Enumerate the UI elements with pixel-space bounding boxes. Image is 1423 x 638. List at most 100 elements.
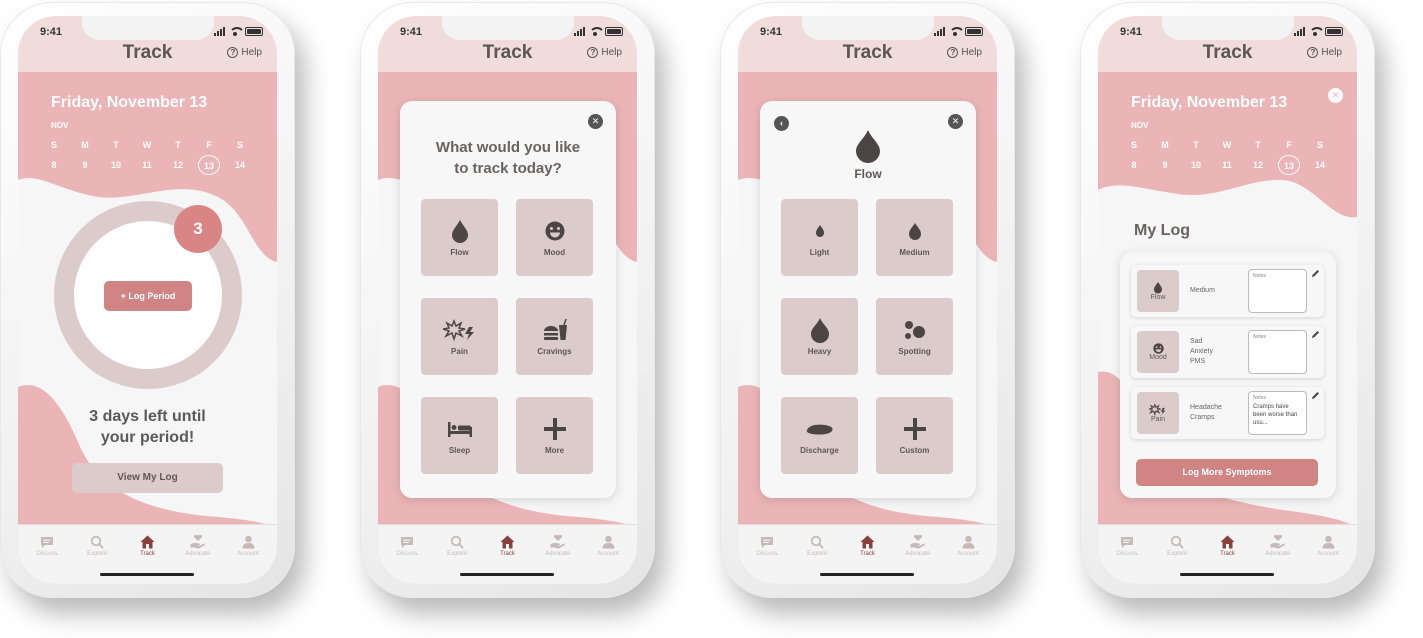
option-sleep[interactable]: Sleep <box>421 397 498 474</box>
tab-account[interactable]: Account <box>945 533 991 557</box>
status-icons <box>574 27 623 36</box>
calendar-day[interactable]: 8 <box>43 155 65 175</box>
calendar-day[interactable]: 13 <box>198 155 220 175</box>
tab-advocate[interactable]: Advocate <box>175 533 221 557</box>
pencil-icon[interactable] <box>1311 391 1320 400</box>
entry-category-label: Flow <box>1150 294 1166 301</box>
option-discharge[interactable]: Discharge <box>781 397 858 474</box>
help-label: Help <box>1321 47 1342 58</box>
option-spotting[interactable]: Spotting <box>876 298 953 375</box>
entry-value: PMS <box>1190 358 1206 365</box>
option-mood[interactable]: Mood <box>516 199 593 276</box>
tab-explore[interactable]: Explore <box>434 533 480 557</box>
plus-icon <box>543 418 566 440</box>
notes-field[interactable]: Notes Cramps have been worse than usu... <box>1248 391 1307 435</box>
calendar-day[interactable]: 12 <box>167 155 189 175</box>
option-heavy[interactable]: Heavy <box>781 298 858 375</box>
tab-track[interactable]: Track <box>1205 533 1251 557</box>
tab-advocate[interactable]: Advocate <box>535 533 581 557</box>
tab-account[interactable]: Account <box>585 533 631 557</box>
tab-account[interactable]: Account <box>1305 533 1351 557</box>
calendar-day[interactable]: 11 <box>136 155 158 175</box>
option-medium[interactable]: Medium <box>876 199 953 276</box>
option-label: Pain <box>451 347 468 356</box>
large-drop-icon <box>810 318 829 343</box>
close-icon[interactable]: ✕ <box>588 114 603 129</box>
entry-values: Medium <box>1190 265 1215 317</box>
tab-discuss[interactable]: Discuss <box>24 533 70 557</box>
calendar-day[interactable]: 10 <box>105 155 127 175</box>
calendar-day[interactable]: 9 <box>74 155 96 175</box>
person-icon <box>945 533 991 551</box>
tab-explore[interactable]: Explore <box>794 533 840 557</box>
back-arrow-icon[interactable]: ‹ <box>774 116 789 131</box>
option-pain[interactable]: Pain <box>421 298 498 375</box>
option-light[interactable]: Light <box>781 199 858 276</box>
notes-field[interactable]: Notes <box>1248 330 1307 374</box>
help-label: Help <box>241 47 262 58</box>
help-button[interactable]: ? Help <box>227 47 262 58</box>
entry-category-tile[interactable]: Flow <box>1137 270 1179 312</box>
tab-explore[interactable]: Explore <box>74 533 120 557</box>
notes-field[interactable]: Notes <box>1248 269 1307 313</box>
tab-label: Advocate <box>905 551 931 557</box>
help-label: Help <box>601 47 622 58</box>
calendar-day[interactable]: 10 <box>1185 155 1207 175</box>
option-label: Mood <box>543 248 566 257</box>
pencil-icon[interactable] <box>1311 330 1320 339</box>
tab-track[interactable]: Track <box>485 533 531 557</box>
phone-my-log: 9:41 Track ? Help Friday, November 13 ✕ … <box>1080 2 1375 598</box>
option-custom[interactable]: Custom <box>876 397 953 474</box>
track-question-line1: What would you like <box>435 139 581 156</box>
tab-discuss[interactable]: Discuss <box>1104 533 1150 557</box>
log-entry-mood: Mood Sad Anxiety PMS Notes <box>1131 326 1324 378</box>
close-icon[interactable]: ✕ <box>1328 88 1343 103</box>
log-more-symptoms-button[interactable]: Log More Symptoms <box>1136 459 1318 486</box>
small-drop-icon <box>815 225 824 237</box>
notch <box>82 16 214 40</box>
weekday-row: SMTWTFS <box>43 140 251 150</box>
option-label: Spotting <box>898 347 931 356</box>
tab-discuss[interactable]: Discuss <box>744 533 790 557</box>
cellular-signal-icon <box>1294 27 1305 36</box>
calendar-day[interactable]: 13 <box>1278 155 1300 175</box>
calendar-day[interactable]: 9 <box>1154 155 1176 175</box>
status-time: 9:41 <box>400 26 423 38</box>
view-my-log-button[interactable]: View My Log <box>72 463 223 493</box>
tab-explore[interactable]: Explore <box>1154 533 1200 557</box>
option-label: Medium <box>899 248 930 257</box>
calendar-day[interactable]: 8 <box>1123 155 1145 175</box>
help-button[interactable]: ? Help <box>1307 47 1342 58</box>
tab-advocate[interactable]: Advocate <box>1255 533 1301 557</box>
log-entry-pain: Pain Headache Cramps Notes Cramps have b… <box>1131 387 1324 439</box>
option-more[interactable]: More <box>516 397 593 474</box>
calendar-day[interactable]: 14 <box>1309 155 1331 175</box>
status-time: 9:41 <box>40 26 63 38</box>
tab-label: Account <box>237 551 259 557</box>
tab-advocate[interactable]: Advocate <box>895 533 941 557</box>
tab-account[interactable]: Account <box>225 533 271 557</box>
tab-track[interactable]: Track <box>125 533 171 557</box>
tab-bar: Discuss Explore Track Advocate Account <box>1098 524 1357 584</box>
screen-my-log: 9:41 Track ? Help Friday, November 13 ✕ … <box>1098 16 1357 584</box>
option-flow[interactable]: Flow <box>421 199 498 276</box>
help-button[interactable]: ? Help <box>587 47 622 58</box>
tab-discuss[interactable]: Discuss <box>384 533 430 557</box>
pencil-icon[interactable] <box>1311 269 1320 278</box>
weekday-label: W <box>1222 140 1232 150</box>
tab-track[interactable]: Track <box>845 533 891 557</box>
option-cravings[interactable]: Cravings <box>516 298 593 375</box>
screen-track-picker: 9:41 Track ? Help ✕ What would you like … <box>378 16 637 584</box>
entry-value: Medium <box>1190 287 1215 294</box>
entry-category-tile[interactable]: Pain <box>1137 392 1179 434</box>
log-period-button[interactable]: + Log Period <box>104 281 192 311</box>
calendar-day[interactable]: 12 <box>1247 155 1269 175</box>
tab-label: Account <box>1317 551 1339 557</box>
entry-category-tile[interactable]: Mood <box>1137 331 1179 373</box>
calendar-day[interactable]: 14 <box>229 155 251 175</box>
calendar-day[interactable]: 11 <box>1216 155 1238 175</box>
help-button[interactable]: ? Help <box>947 47 982 58</box>
wifi-icon <box>1309 27 1325 36</box>
close-icon[interactable]: ✕ <box>948 114 963 129</box>
tab-label: Advocate <box>1265 551 1291 557</box>
